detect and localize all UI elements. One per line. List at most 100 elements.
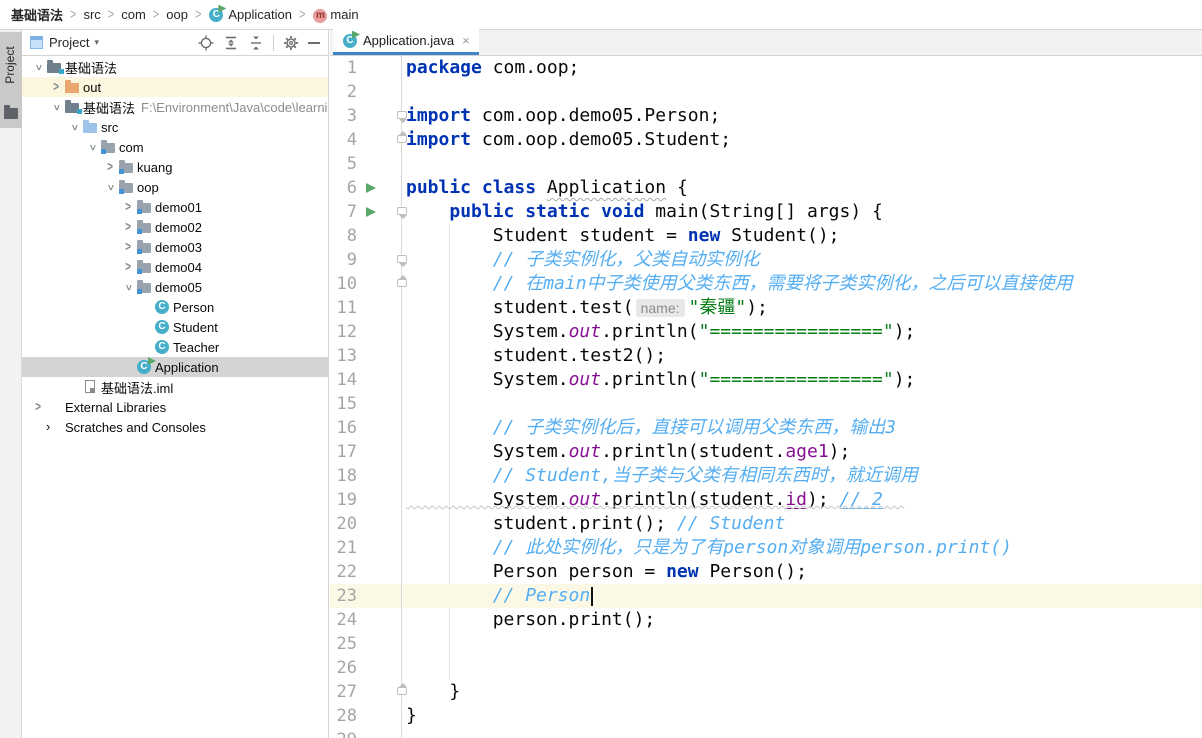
line-number: 1 (346, 58, 357, 78)
chevron-down-icon[interactable]: > (69, 119, 80, 135)
tree-row-demo01[interactable]: > demo01 (22, 197, 328, 217)
gutter-row: 8 (330, 224, 401, 248)
settings-gear-icon[interactable] (283, 35, 299, 51)
code-line[interactable]: System.out.println("================"); (403, 368, 1202, 392)
code-line[interactable]: person.print(); (403, 608, 1202, 632)
chevron-down-icon[interactable]: > (87, 139, 98, 155)
code-line[interactable]: student.print(); // Student (403, 512, 1202, 536)
code-line[interactable]: student.test(name: "秦疆"); (403, 296, 1202, 320)
chevron-down-icon[interactable]: > (33, 59, 44, 75)
breadcrumb-item-src[interactable]: src (81, 7, 102, 22)
class-icon: C (154, 339, 172, 355)
tree-row-Scratches and Consoles[interactable]: › Scratches and Consoles (22, 417, 328, 437)
code-token: .println(student. (601, 489, 786, 510)
code-line[interactable]: System.out.println("================"); (403, 320, 1202, 344)
breadcrumb-item-Application[interactable]: C Application (206, 4, 294, 23)
project-view-selector[interactable]: Project (49, 35, 89, 50)
tree-row-Application[interactable]: C Application (22, 357, 328, 377)
tree-row-demo05[interactable]: > demo05 (22, 277, 328, 297)
tree-row-com[interactable]: > com (22, 137, 328, 157)
code-line[interactable]: System.out.println(student.id); // 2 (403, 488, 1202, 512)
chevron-right-icon[interactable]: > (120, 260, 136, 275)
chevron-right-icon[interactable]: > (120, 220, 136, 235)
code-line[interactable] (403, 656, 1202, 680)
code-line[interactable]: import com.oop.demo05.Student; (403, 128, 1202, 152)
tree-row-demo02[interactable]: > demo02 (22, 217, 328, 237)
breadcrumb-separator: > (107, 6, 115, 23)
code-line[interactable]: // 子类实例化，父类自动实例化 (403, 248, 1202, 272)
fold-marker-icon[interactable] (397, 207, 407, 219)
code-line[interactable]: // Person (403, 584, 1202, 608)
fold-marker-icon[interactable] (397, 683, 407, 695)
fold-marker-icon[interactable] (397, 131, 407, 143)
chevron-right-icon[interactable]: > (102, 160, 118, 175)
code-line[interactable]: Student student = new Student(); (403, 224, 1202, 248)
tree-row-out[interactable]: > out (22, 77, 328, 97)
line-number: 21 (336, 538, 357, 558)
breadcrumb-item-oop[interactable]: oop (164, 7, 190, 22)
breadcrumb-item-com[interactable]: com (119, 7, 148, 22)
breadcrumb-separator: > (70, 6, 77, 23)
code-line[interactable]: } (403, 680, 1202, 704)
collapse-all-icon[interactable] (248, 35, 264, 51)
code-line[interactable]: import com.oop.demo05.Person; (403, 104, 1202, 128)
code-line[interactable]: // 在main中子类使用父类东西，需要将子类实例化，之后可以直接使用 (403, 272, 1202, 296)
code-area[interactable]: package com.oop; import com.oop.demo05.Pe… (403, 56, 1202, 738)
code-line[interactable] (403, 728, 1202, 738)
tree-row-External Libraries[interactable]: > External Libraries (22, 397, 328, 417)
tree-row-Student[interactable]: C Student (22, 317, 328, 337)
chevron-down-icon[interactable]: ▾ (94, 37, 99, 48)
code-line[interactable] (403, 632, 1202, 656)
hide-panel-icon[interactable] (308, 41, 320, 44)
tree-row-oop[interactable]: > oop (22, 177, 328, 197)
gutter-row: 24 (330, 608, 401, 632)
code-line[interactable]: public static void main(String[] args) { (403, 200, 1202, 224)
breadcrumb-item-基础语法[interactable]: 基础语法 (9, 5, 65, 24)
code-line[interactable]: public class Application { (403, 176, 1202, 200)
tree-row-kuang[interactable]: > kuang (22, 157, 328, 177)
chevron-right-icon[interactable]: > (48, 80, 64, 95)
expand-all-icon[interactable] (223, 35, 239, 51)
code-line[interactable]: package com.oop; (403, 56, 1202, 80)
code-line[interactable]: // Student,当子类与父类有相同东西时，就近调用 (403, 464, 1202, 488)
fold-marker-icon[interactable] (397, 111, 407, 123)
fold-marker-icon[interactable] (397, 275, 407, 287)
tree-row-Teacher[interactable]: C Teacher (22, 337, 328, 357)
chevron-down-icon[interactable]: > (105, 179, 116, 195)
fold-marker-icon[interactable] (397, 255, 407, 267)
tree-row-Person[interactable]: C Person (22, 297, 328, 317)
chevron-right-icon[interactable]: > (120, 240, 136, 255)
run-arrow-icon[interactable] (366, 206, 376, 217)
tab-application-java[interactable]: C Application.java × (333, 29, 479, 55)
code-line[interactable]: // 子类实例化后，直接可以调用父类东西，输出3 (403, 416, 1202, 440)
code-line[interactable]: Person person = new Person(); (403, 560, 1202, 584)
editor-body[interactable]: 1 2 3 4 5 6 7 8 9 10 11 12 13 14 15 16 17 18 19 20 21 22 23 24 2… (330, 56, 1202, 738)
tree-row-demo04[interactable]: > demo04 (22, 257, 328, 277)
breadcrumb-item-main[interactable]: m main (310, 7, 360, 23)
folder-src-icon (82, 119, 100, 135)
tree-row-基础语法[interactable]: > 基础语法 (22, 57, 328, 77)
code-line[interactable]: // 此处实例化，只是为了有person对象调用person.print() (403, 536, 1202, 560)
project-tool-window-tab[interactable]: Project (0, 32, 22, 128)
tree-row-基础语法.iml[interactable]: 基础语法.iml (22, 377, 328, 397)
tab-label: Application.java (363, 33, 455, 48)
code-line[interactable] (403, 152, 1202, 176)
chevron-right-icon[interactable]: > (30, 400, 46, 415)
code-line[interactable]: System.out.println(student.age1); (403, 440, 1202, 464)
locate-icon[interactable] (198, 35, 214, 51)
code-token: student.print(); (406, 513, 677, 534)
chevron-right-icon[interactable]: > (120, 200, 136, 215)
code-line[interactable] (403, 80, 1202, 104)
close-icon[interactable]: × (462, 33, 470, 48)
tree-row-demo03[interactable]: > demo03 (22, 237, 328, 257)
code-line[interactable]: } (403, 704, 1202, 728)
tree-row-src[interactable]: > src (22, 117, 328, 137)
tree-item-label: External Libraries (65, 399, 167, 415)
run-arrow-icon[interactable] (366, 182, 376, 193)
tree-row-基础语法[interactable]: > 基础语法 F:\Environment\Java\code\learnin (22, 97, 329, 117)
chevron-down-icon[interactable]: > (123, 279, 134, 295)
chevron-down-icon[interactable]: > (51, 99, 62, 115)
code-line[interactable]: student.test2(); (403, 344, 1202, 368)
code-line[interactable] (403, 392, 1202, 416)
